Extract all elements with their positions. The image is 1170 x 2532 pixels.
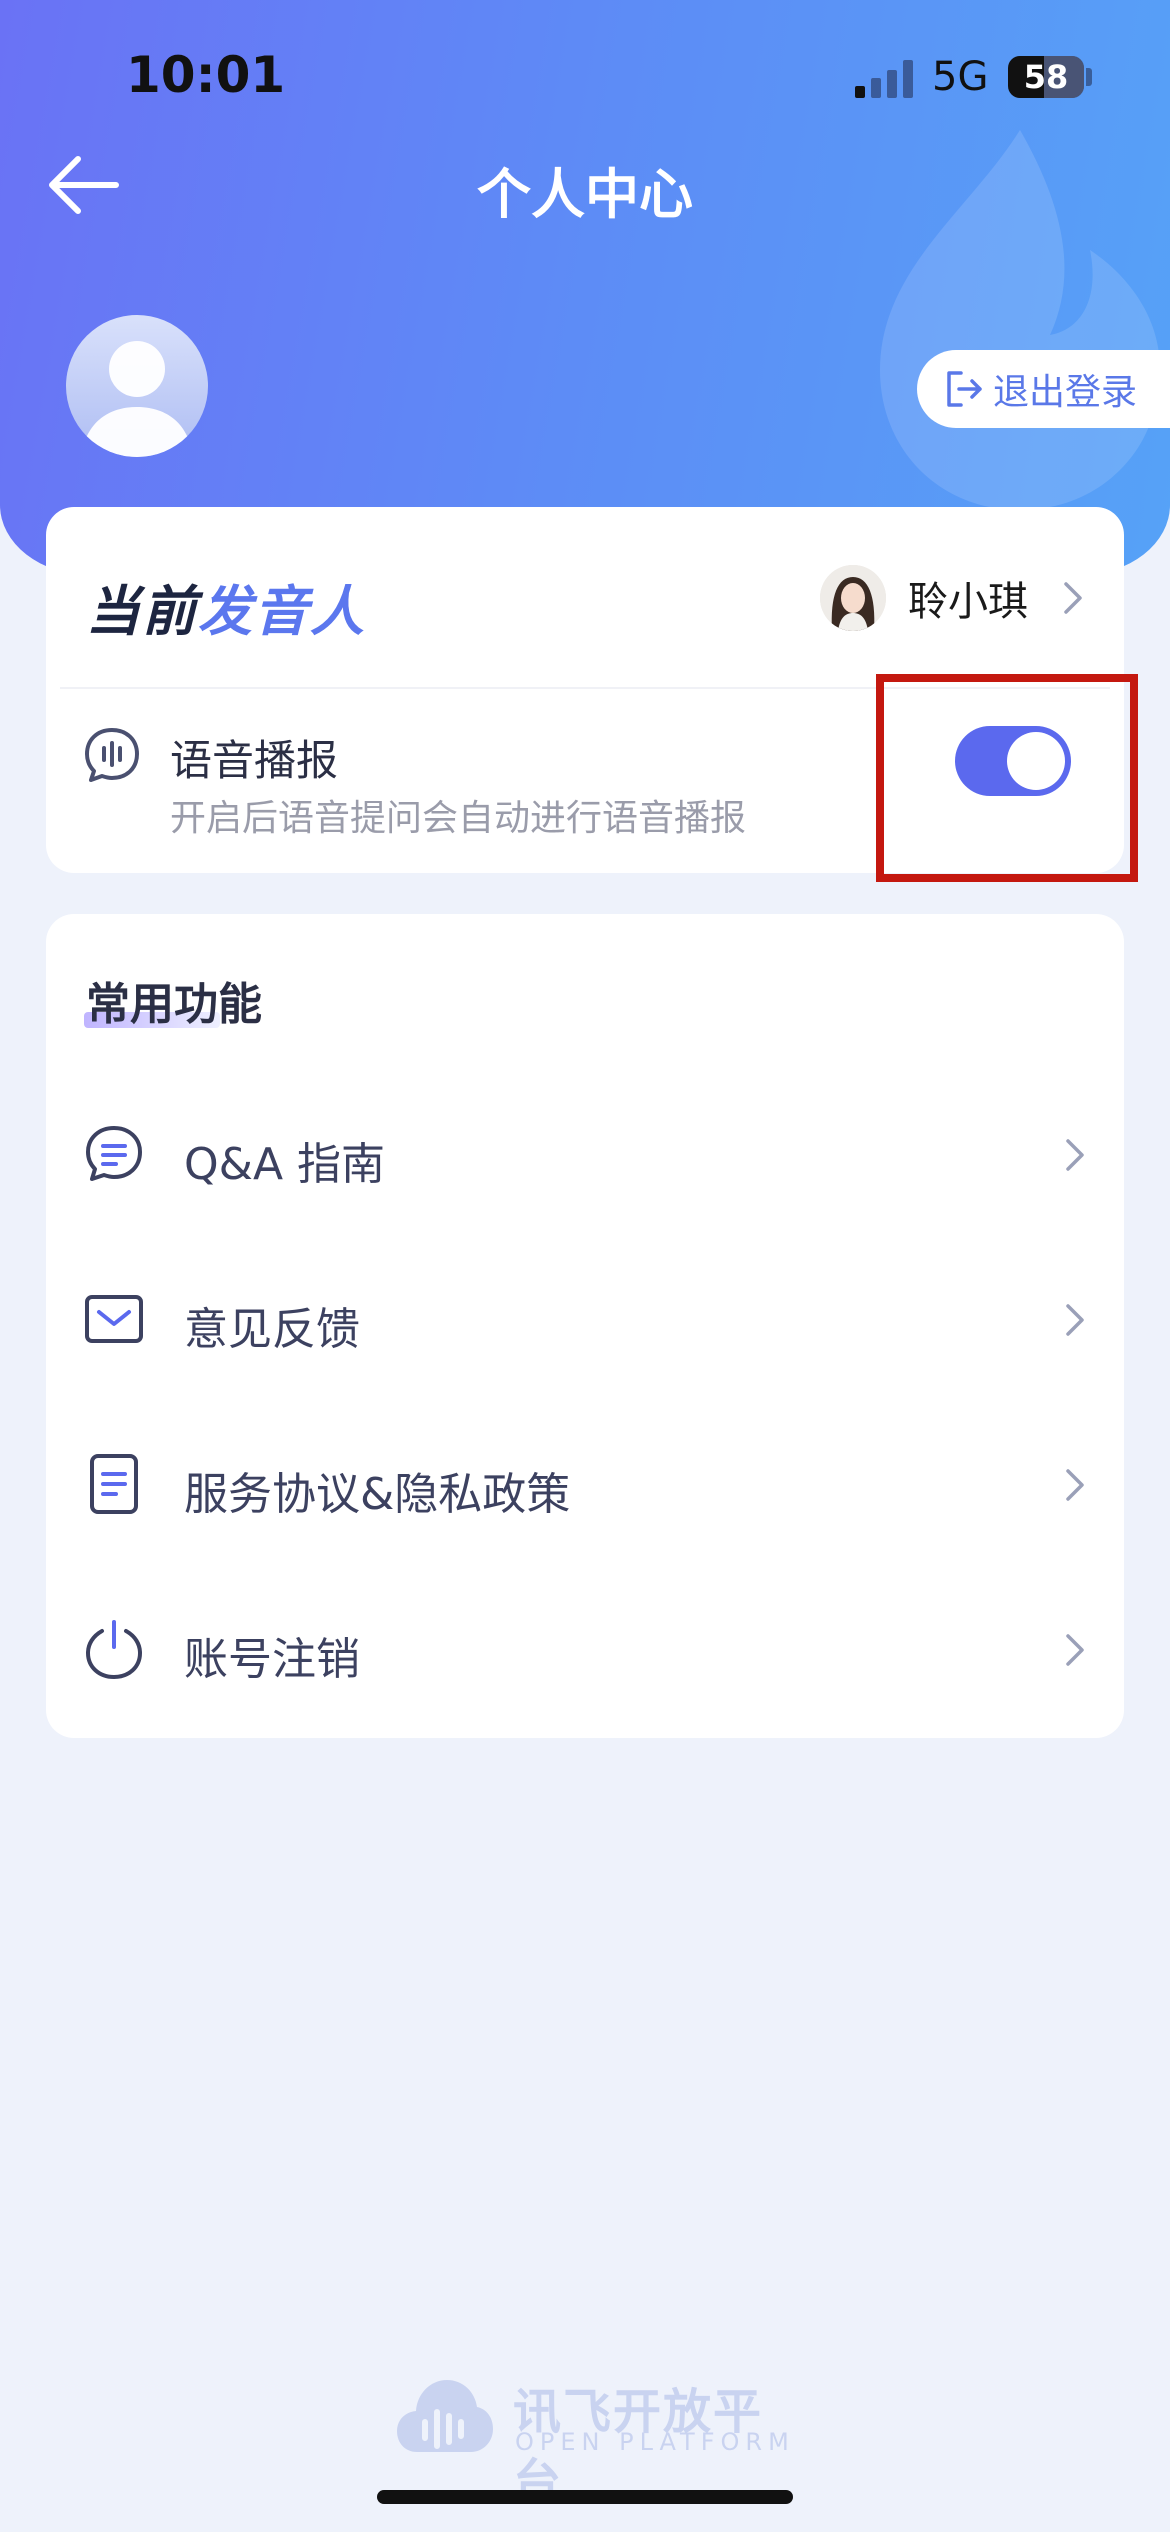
brand-name-en: OPEN PLATFORM (515, 2428, 795, 2456)
speaker-avatar (820, 565, 886, 631)
current-speaker-title-part2: 发音人 (198, 580, 366, 643)
menu-item-delete-account[interactable]: 账号注销 (46, 1572, 1124, 1722)
status-time: 10:01 (126, 46, 286, 104)
network-type: 5G (932, 54, 989, 100)
speaker-select[interactable]: 聆小琪 (820, 563, 1084, 633)
flame-watermark-icon (880, 130, 1160, 510)
mail-icon (85, 1295, 143, 1343)
document-icon (90, 1454, 138, 1514)
current-speaker-title-part1: 当前 (86, 580, 198, 643)
chevron-right-icon (1066, 1139, 1084, 1171)
menu-label-qa-guide: Q&A 指南 (184, 1139, 386, 1190)
avatar[interactable] (66, 315, 208, 457)
back-button[interactable] (44, 150, 124, 220)
voice-broadcast-icon (85, 728, 139, 782)
chevron-right-icon (1066, 1634, 1084, 1666)
chevron-right-icon (1064, 582, 1082, 614)
broadcast-title: 语音播报 (170, 736, 339, 785)
menu-label-agreement: 服务协议&隐私政策 (184, 1469, 571, 1520)
current-speaker-title: 当前发音人 (86, 567, 366, 646)
voice-settings-card: 当前发音人 聆小琪 语音播报 开启后语音提问会自动进行语音播报 (46, 507, 1124, 873)
chevron-right-icon (1066, 1304, 1084, 1336)
home-indicator[interactable] (377, 2490, 793, 2504)
chat-bubble-icon (86, 1126, 142, 1181)
power-icon (85, 1620, 143, 1680)
chevron-right-icon (1066, 1469, 1084, 1501)
divider (60, 687, 1110, 689)
screen: 10:01 5G 58 个人中心 退出登录 当前发音人 聆小琪 语音播报 开启后… (0, 0, 1170, 2532)
signal-icon (855, 58, 915, 98)
user-silhouette-icon (81, 341, 193, 457)
menu-item-feedback[interactable]: 意见反馈 (46, 1242, 1124, 1392)
logout-button[interactable]: 退出登录 (917, 350, 1170, 428)
menu-label-delete-account: 账号注销 (184, 1634, 360, 1685)
menu-item-agreement[interactable]: 服务协议&隐私政策 (46, 1407, 1124, 1557)
broadcast-description: 开启后语音提问会自动进行语音播报 (170, 798, 747, 839)
toggle-knob (1007, 732, 1065, 790)
platform-logo: 讯飞开放平台 OPEN PLATFORM (395, 2372, 795, 2510)
common-functions-card: 常用功能 Q&A 指南 意见反馈 服务协议&隐私政策 账号注销 (46, 914, 1124, 1738)
section-title: 常用功能 (86, 979, 262, 1030)
arrow-left-icon (49, 156, 119, 214)
logout-icon (947, 371, 982, 407)
menu-label-feedback: 意见反馈 (184, 1304, 360, 1355)
voice-broadcast-toggle[interactable] (955, 726, 1071, 796)
menu-item-qa-guide[interactable]: Q&A 指南 (46, 1077, 1124, 1227)
logout-label: 退出登录 (993, 372, 1138, 413)
cloud-logo-icon (397, 2380, 493, 2452)
battery-tip (1086, 68, 1092, 86)
battery-level: 58 (1023, 58, 1069, 96)
speaker-name: 聆小琪 (908, 579, 1028, 625)
battery-icon: 58 (1008, 56, 1084, 98)
